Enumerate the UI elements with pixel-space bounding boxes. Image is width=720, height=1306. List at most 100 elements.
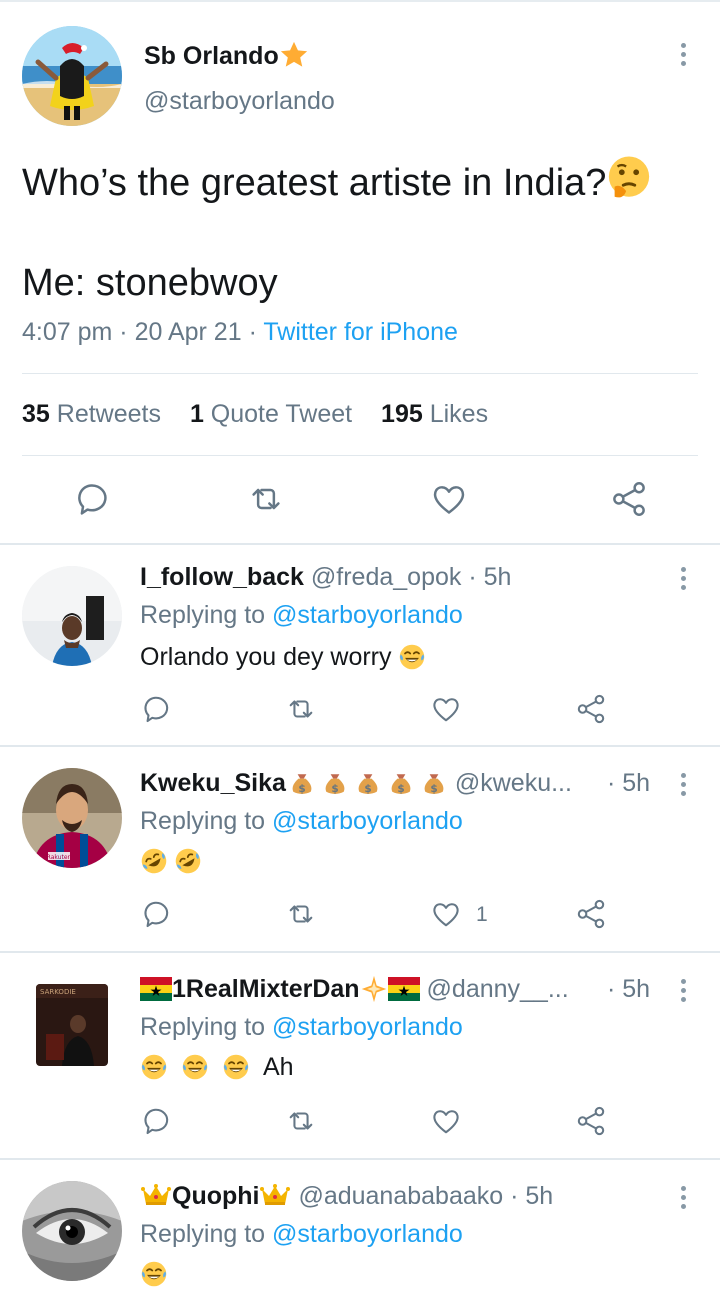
share-button[interactable] bbox=[611, 481, 647, 517]
display-name-text: Sb Orlando bbox=[144, 42, 279, 70]
reply-tweet[interactable]: Rakuten Kweku_Sika @kweku... · 5h Replyi… bbox=[0, 747, 720, 951]
crown-icon bbox=[259, 1183, 291, 1207]
retweets-stat[interactable]: 35 Retweets bbox=[22, 400, 161, 428]
avatar-text: SARKODIE bbox=[40, 988, 76, 996]
replying-to-handle[interactable]: @starboyorlando bbox=[272, 1220, 463, 1248]
like-button[interactable] bbox=[431, 899, 461, 929]
replying-to-handle[interactable]: @starboyorlando bbox=[272, 601, 463, 629]
quotes-stat[interactable]: 1 Quote Tweet bbox=[190, 400, 352, 428]
retweet-button[interactable] bbox=[286, 694, 316, 724]
reply-header: I_follow_back @freda_opok · 5h bbox=[140, 563, 511, 592]
like-button[interactable] bbox=[431, 1106, 461, 1136]
tweet-text-line2: Me: stonebwoy bbox=[22, 262, 278, 304]
tweet-meta: 4:07 pm · 20 Apr 21 · Twitter for iPhone bbox=[22, 318, 458, 347]
quotes-count: 1 bbox=[189, 400, 204, 428]
reply-button[interactable] bbox=[74, 481, 110, 517]
display-name[interactable]: Sb Orlando bbox=[144, 40, 309, 71]
retweet-button[interactable] bbox=[286, 1106, 316, 1136]
reply-icon bbox=[141, 1106, 171, 1136]
replying-to-handle[interactable]: @starboyorlando bbox=[272, 1013, 463, 1041]
tweet-stats: 35 Retweets 1 Quote Tweet 195 Likes bbox=[22, 400, 510, 429]
more-options-icon[interactable] bbox=[679, 773, 687, 796]
meta-separator: · bbox=[119, 318, 128, 346]
replying-prefix: Replying to bbox=[140, 601, 266, 629]
divider bbox=[22, 373, 698, 374]
handle[interactable]: @aduanababaako bbox=[298, 1182, 503, 1210]
tweet-date: 20 Apr 21 bbox=[134, 318, 242, 346]
likes-count: 195 bbox=[381, 400, 423, 428]
avatar[interactable]: Rakuten bbox=[22, 768, 122, 868]
reply-button[interactable] bbox=[141, 899, 171, 929]
like-button[interactable] bbox=[431, 694, 461, 724]
handle[interactable]: @starboyorlando bbox=[144, 87, 335, 116]
share-button[interactable] bbox=[576, 1106, 606, 1136]
share-button[interactable] bbox=[576, 694, 606, 724]
retweets-label: Retweets bbox=[56, 400, 161, 428]
replying-prefix: Replying to bbox=[140, 1220, 266, 1248]
likes-stat[interactable]: 195 Likes bbox=[381, 400, 488, 428]
retweet-button[interactable] bbox=[286, 899, 316, 929]
reply-text bbox=[140, 847, 202, 876]
reply-time: · 5h bbox=[607, 769, 651, 797]
avatar[interactable]: SARKODIE bbox=[36, 984, 108, 1066]
heart-icon bbox=[431, 899, 461, 929]
money-bag-icon bbox=[387, 769, 415, 797]
svg-text:Rakuten: Rakuten bbox=[47, 854, 72, 861]
display-name[interactable]: I_follow_back bbox=[140, 563, 304, 591]
ghana-flag-icon bbox=[140, 977, 172, 1001]
tears-of-joy-icon bbox=[398, 643, 426, 671]
reply-text-content: Orlando you dey worry bbox=[140, 643, 392, 671]
replying-prefix: Replying to bbox=[140, 807, 266, 835]
handle[interactable]: @freda_opok bbox=[311, 563, 461, 591]
more-options-icon[interactable] bbox=[679, 43, 687, 66]
reply-header: Quophi @aduanababaako · 5h bbox=[140, 1182, 553, 1211]
handle[interactable]: @kweku... bbox=[455, 769, 572, 797]
reply-icon bbox=[141, 899, 171, 929]
avatar[interactable] bbox=[22, 566, 122, 666]
display-name[interactable]: Kweku_Sika bbox=[140, 769, 448, 797]
tweet-text-line1: Who’s the greatest artiste in India? bbox=[22, 155, 652, 205]
tears-of-joy-icon bbox=[140, 1260, 168, 1288]
reply-tweet[interactable]: Quophi @aduanababaako · 5h Replying to @… bbox=[0, 1160, 720, 1306]
avatar[interactable] bbox=[22, 1181, 122, 1281]
reply-time: · 5h bbox=[607, 975, 651, 1003]
more-options-icon[interactable] bbox=[679, 1186, 687, 1209]
reply-tweet[interactable]: SARKODIE 1RealMixterDan @danny__... · 5h… bbox=[0, 953, 720, 1158]
tweet-time: 4:07 pm bbox=[22, 318, 113, 346]
reply-text: Ah bbox=[140, 1053, 294, 1082]
share-icon bbox=[576, 694, 606, 724]
reply-time: · 5h bbox=[468, 563, 512, 591]
reply-icon bbox=[141, 694, 171, 724]
tweet-source-link[interactable]: Twitter for iPhone bbox=[263, 318, 458, 346]
tweet-text-line1-text: Who’s the greatest artiste in India? bbox=[22, 162, 607, 204]
replying-to: Replying to @starboyorlando bbox=[140, 601, 463, 630]
rofl-icon bbox=[140, 847, 168, 875]
retweet-button[interactable] bbox=[248, 481, 284, 517]
more-options-icon[interactable] bbox=[679, 979, 687, 1002]
avatar[interactable] bbox=[22, 26, 122, 126]
main-tweet: Sb Orlando @starboyorlando Who’s the gre… bbox=[0, 0, 720, 545]
display-name[interactable]: Quophi bbox=[140, 1182, 291, 1210]
star-icon bbox=[360, 975, 388, 1003]
tears-of-joy-icon bbox=[222, 1053, 250, 1081]
display-name-text: Quophi bbox=[172, 1182, 260, 1210]
retweet-icon bbox=[286, 1106, 316, 1136]
handle[interactable]: @danny__... bbox=[427, 975, 569, 1003]
retweet-icon bbox=[286, 694, 316, 724]
tears-of-joy-icon bbox=[140, 1053, 168, 1081]
reply-header: Kweku_Sika @kweku... bbox=[140, 769, 572, 798]
more-options-icon[interactable] bbox=[679, 567, 687, 590]
retweet-icon bbox=[248, 481, 284, 517]
share-button[interactable] bbox=[576, 899, 606, 929]
reply-button[interactable] bbox=[141, 1106, 171, 1136]
replying-to-handle[interactable]: @starboyorlando bbox=[272, 807, 463, 835]
display-name[interactable]: 1RealMixterDan bbox=[140, 975, 420, 1003]
reply-tweet[interactable]: I_follow_back @freda_opok · 5h Replying … bbox=[0, 545, 720, 745]
heart-icon bbox=[431, 481, 467, 517]
reply-text bbox=[140, 1260, 168, 1289]
reply-button[interactable] bbox=[141, 694, 171, 724]
meta-separator: · bbox=[248, 318, 257, 346]
like-button[interactable] bbox=[431, 481, 467, 517]
reply-time: · 5h bbox=[510, 1182, 554, 1210]
quotes-label: Quote Tweet bbox=[210, 400, 353, 428]
